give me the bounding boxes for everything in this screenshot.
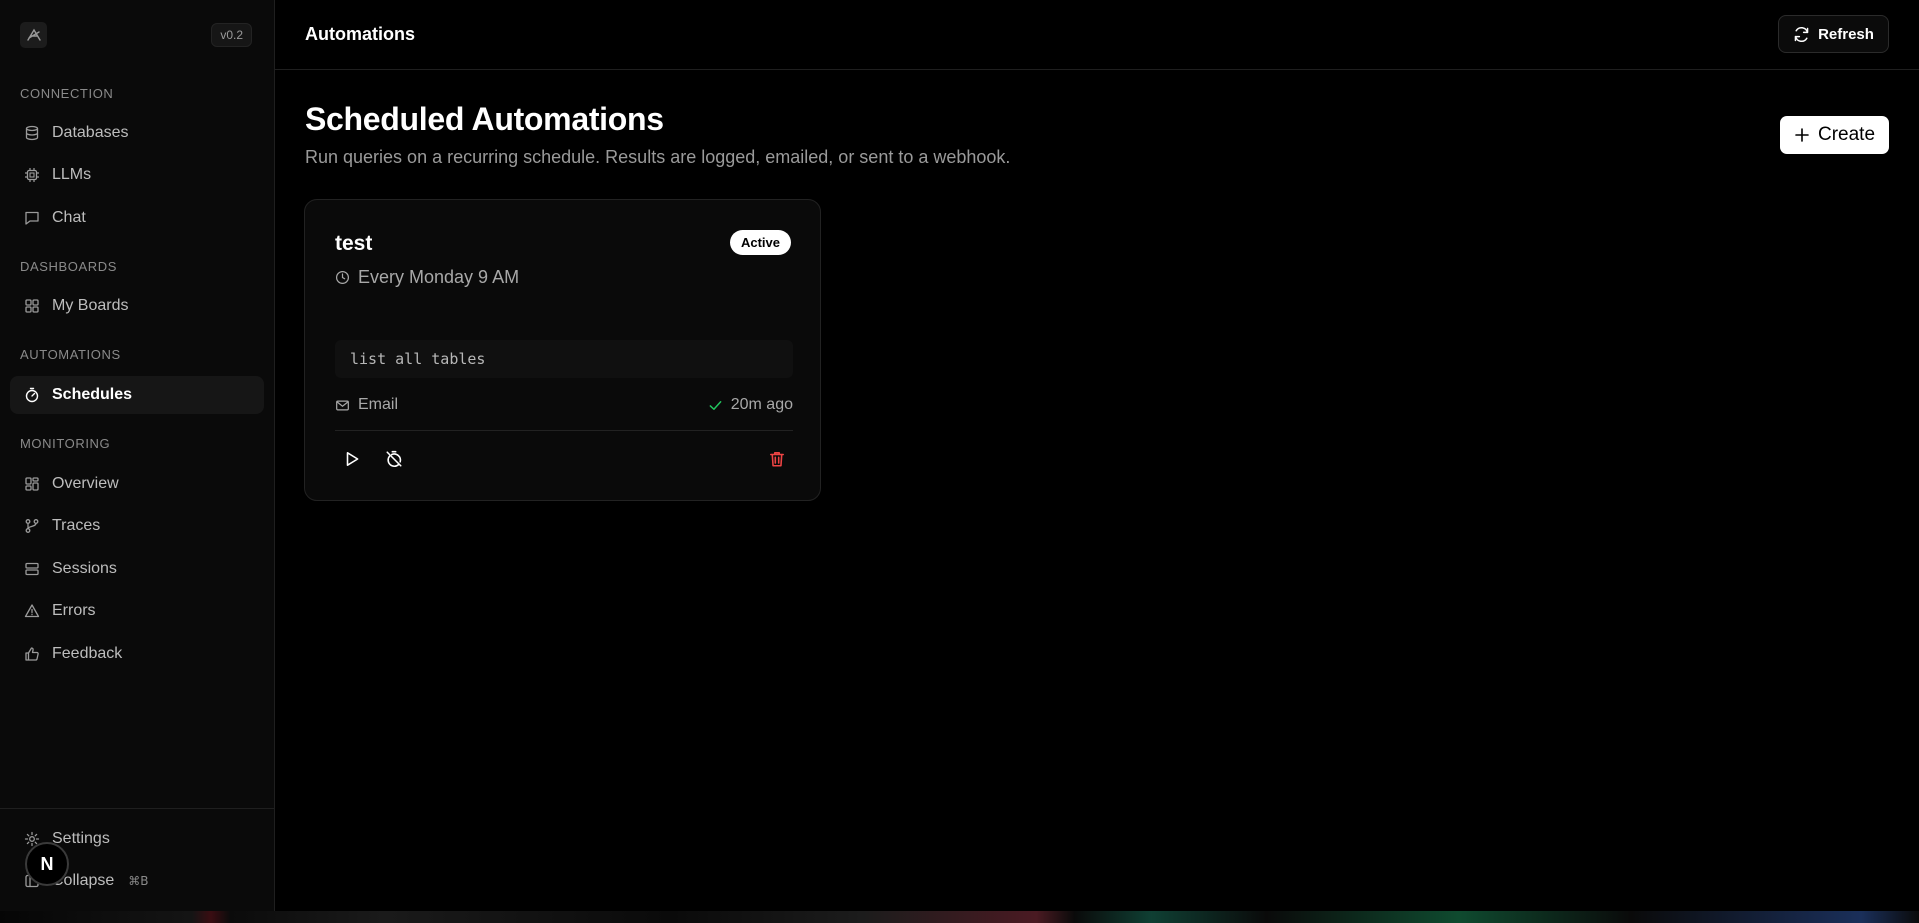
page-title: Scheduled Automations [305, 101, 664, 137]
sidebar-item-my-boards[interactable]: My Boards [10, 287, 264, 325]
mail-icon [336, 399, 349, 411]
sidebar-item-label: Traces [52, 517, 101, 534]
refresh-label: Refresh [1818, 25, 1874, 43]
sidebar-item-chat[interactable]: Chat [10, 199, 264, 237]
grid-icon [23, 298, 40, 315]
last-run-time: 20m ago [730, 396, 793, 413]
play-icon [346, 452, 359, 466]
run-now-button[interactable] [335, 442, 369, 476]
sidebar-item-traces[interactable]: Traces [10, 507, 264, 545]
brand-row: v0.2 [20, 22, 252, 48]
delivery-method: Email [358, 396, 399, 413]
sidebar: v0.2 CONNECTION Databases LLMs Chat DASH… [0, 0, 275, 911]
sidebar-item-overview[interactable]: Overview [10, 465, 264, 503]
status-badge: Active [729, 230, 791, 255]
page-header-title: Automations [305, 24, 415, 44]
plus-icon [1795, 128, 1809, 142]
query-preview: list all tables [335, 340, 793, 378]
trash-icon [770, 452, 784, 467]
main-content: Scheduled Automations Run queries on a r… [275, 71, 1919, 911]
app-logo[interactable] [20, 22, 47, 48]
schedule-row: Every Monday 9 AM [335, 267, 519, 288]
version-badge: v0.2 [211, 23, 252, 47]
sidebar-item-label: Overview [52, 475, 119, 492]
sidebar-item-label: LLMs [52, 166, 92, 183]
sidebar-item-label: Schedules [52, 386, 133, 403]
automation-card[interactable]: test Active Every Monday 9 AM list all t… [304, 199, 821, 501]
sidebar-item-llms[interactable]: LLMs [10, 156, 264, 194]
sidebar-item-label: Settings [52, 830, 110, 847]
sidebar-divider [0, 808, 275, 809]
taskbar-strip [0, 911, 1919, 923]
database-icon [23, 125, 40, 142]
schedule-text: Every Monday 9 AM [358, 267, 520, 287]
sidebar-item-schedules[interactable]: Schedules [10, 376, 264, 414]
create-button[interactable]: Create [1780, 116, 1889, 154]
sidebar-item-label: Chat [52, 209, 86, 226]
delivery-info: Email [335, 396, 398, 414]
sidebar-item-feedback[interactable]: Feedback [10, 635, 264, 673]
check-icon [709, 400, 722, 410]
git-branch-icon [23, 518, 40, 535]
sidebar-item-label: Databases [52, 124, 129, 141]
app-root: v0.2 CONNECTION Databases LLMs Chat DASH… [0, 0, 1919, 923]
refresh-button[interactable]: Refresh [1778, 15, 1889, 53]
thumbs-up-icon [23, 646, 40, 663]
delete-button[interactable] [760, 442, 794, 476]
create-label: Create [1817, 124, 1876, 145]
automation-name: test [335, 232, 373, 255]
sidebar-item-label: Feedback [52, 645, 123, 662]
server-icon [23, 561, 40, 578]
sidebar-item-label: My Boards [52, 297, 129, 314]
sidebar-item-errors[interactable]: Errors [10, 592, 264, 630]
top-header: Automations Refresh [275, 0, 1919, 70]
refresh-icon [1794, 26, 1809, 42]
meta-row: Email 20m ago [335, 396, 793, 416]
section-label-dashboards: DASHBOARDS [20, 259, 118, 274]
pause-schedule-button[interactable] [377, 442, 411, 476]
dev-tools-badge[interactable]: N [25, 842, 69, 886]
timer-icon [23, 387, 40, 404]
page-subtitle: Run queries on a recurring schedule. Res… [305, 147, 1011, 167]
clock-icon [335, 270, 350, 285]
chat-icon [23, 210, 40, 227]
logo-icon [26, 28, 41, 41]
warning-icon [23, 603, 40, 620]
section-label-monitoring: MONITORING [20, 436, 111, 451]
layout-icon [23, 476, 40, 493]
sidebar-item-databases[interactable]: Databases [10, 114, 264, 152]
collapse-shortcut: ⌘B [128, 874, 149, 888]
sidebar-item-label: Errors [52, 602, 96, 619]
card-divider [335, 430, 793, 431]
timer-off-icon [386, 450, 402, 468]
sidebar-item-label: Sessions [52, 560, 117, 577]
sidebar-item-sessions[interactable]: Sessions [10, 550, 264, 588]
section-label-automations: AUTOMATIONS [20, 347, 121, 362]
section-label-connection: CONNECTION [20, 86, 114, 101]
last-run-info: 20m ago [708, 396, 793, 414]
cpu-icon [23, 167, 40, 184]
